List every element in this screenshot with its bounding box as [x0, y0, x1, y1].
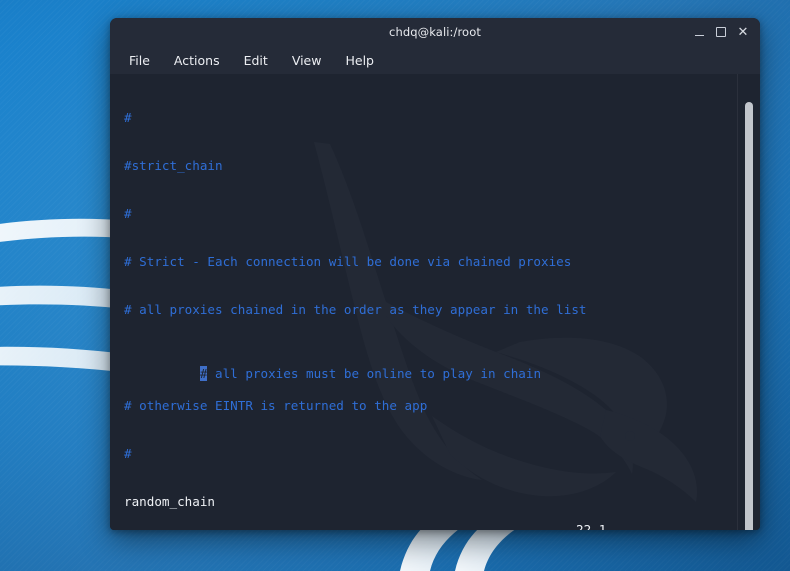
- terminal-body[interactable]: # #strict_chain # # Strict - Each connec…: [110, 74, 760, 530]
- menu-item-file[interactable]: File: [128, 51, 151, 70]
- desktop: chdq@kali:/root ✕ File Actions Edit View…: [0, 0, 790, 571]
- menu-item-edit[interactable]: Edit: [243, 51, 269, 70]
- terminal-line: # all proxies chained in the order as th…: [124, 302, 734, 318]
- terminal-scrollbar[interactable]: [737, 74, 756, 530]
- menu-bar: File Actions Edit View Help: [110, 46, 760, 74]
- terminal-line: # Strict - Each connection will be done …: [124, 254, 734, 270]
- line-text: #: [124, 206, 132, 221]
- menu-item-actions[interactable]: Actions: [173, 51, 221, 70]
- terminal-line: #: [124, 206, 734, 222]
- line-text: #strict_chain: [124, 158, 223, 173]
- line-text: all proxies must be online to play in ch…: [207, 366, 542, 381]
- close-button[interactable]: ✕: [732, 21, 754, 43]
- vim-status-line: 22,1 41%: [110, 506, 734, 530]
- terminal-line-cursor: # all proxies must be online to play in …: [124, 350, 734, 381]
- menu-item-view[interactable]: View: [291, 51, 323, 70]
- terminal-line: #: [124, 446, 734, 462]
- minimize-icon: [694, 34, 704, 37]
- line-text: # Strict - Each connection will be done …: [124, 254, 572, 269]
- cursor-position-indicator: 22,1: [576, 522, 607, 530]
- menu-item-help[interactable]: Help: [344, 51, 375, 70]
- terminal-text-content[interactable]: # #strict_chain # # Strict - Each connec…: [124, 78, 734, 530]
- line-text: #: [124, 446, 132, 461]
- window-titlebar[interactable]: chdq@kali:/root ✕: [110, 18, 760, 46]
- terminal-window[interactable]: chdq@kali:/root ✕ File Actions Edit View…: [110, 18, 760, 530]
- line-text: #: [124, 110, 132, 125]
- terminal-line: #: [124, 110, 734, 126]
- scrollbar-thumb[interactable]: [745, 102, 753, 530]
- window-controls: ✕: [688, 18, 754, 46]
- line-text: # otherwise EINTR is returned to the app: [124, 398, 428, 413]
- line-text: # all proxies chained in the order as th…: [124, 302, 587, 317]
- maximize-button[interactable]: [710, 21, 732, 43]
- scrollbar-separator: [737, 74, 738, 530]
- terminal-line: #strict_chain: [124, 158, 734, 174]
- terminal-line: # otherwise EINTR is returned to the app: [124, 398, 734, 414]
- minimize-button[interactable]: [688, 21, 710, 43]
- maximize-icon: [716, 27, 726, 37]
- close-icon: ✕: [737, 24, 749, 40]
- window-title: chdq@kali:/root: [389, 25, 481, 39]
